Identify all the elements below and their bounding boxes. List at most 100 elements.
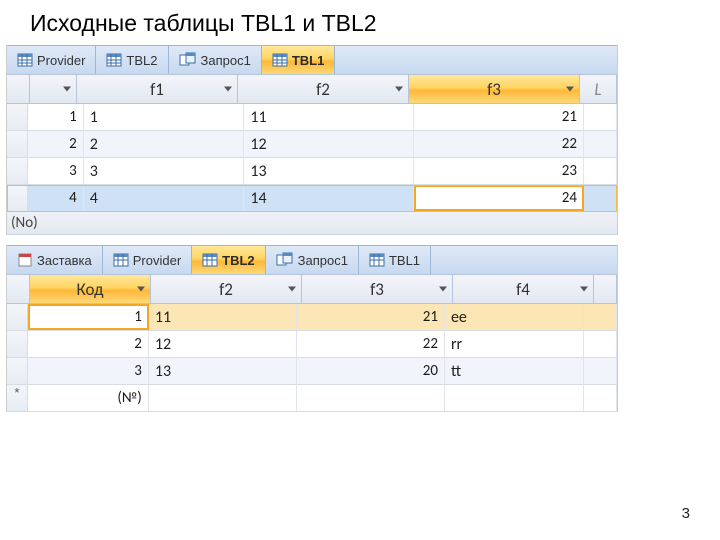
- table-icon: [17, 52, 33, 68]
- dropdown-icon[interactable]: [224, 87, 232, 92]
- select-all-corner[interactable]: [7, 75, 30, 103]
- cell-f2[interactable]: 12: [244, 131, 414, 157]
- table-row-selected[interactable]: 4 4 14 24: [7, 185, 617, 212]
- table-row[interactable]: 3 3 13 23: [7, 158, 617, 185]
- tab-label: Заставка: [37, 253, 92, 268]
- cell-extra[interactable]: [584, 158, 617, 184]
- cell-f3[interactable]: [297, 385, 445, 411]
- row-selector[interactable]: [7, 104, 28, 130]
- row-selector[interactable]: [7, 158, 28, 184]
- cell-f3-active[interactable]: 24: [414, 185, 584, 211]
- tab-provider[interactable]: Provider: [7, 46, 96, 74]
- col-rownum[interactable]: [30, 75, 77, 103]
- cell-f1[interactable]: 2: [84, 131, 245, 157]
- cell-f4[interactable]: tt: [445, 358, 584, 384]
- cell-extra[interactable]: [584, 304, 617, 330]
- cell-f4[interactable]: rr: [445, 331, 584, 357]
- row-selector[interactable]: [7, 331, 28, 357]
- slide-title: Исходные таблицы TBL1 и TBL2: [0, 0, 720, 45]
- cell-f2[interactable]: 13: [244, 158, 414, 184]
- tab-zastavka[interactable]: Заставка: [7, 246, 103, 274]
- cell-f3[interactable]: 23: [414, 158, 584, 184]
- cell-f4[interactable]: ee: [445, 304, 584, 330]
- cell-f3[interactable]: 20: [297, 358, 445, 384]
- cell-id[interactable]: 1: [28, 104, 83, 130]
- cell-kod-new[interactable]: (№): [28, 385, 149, 411]
- select-all-corner[interactable]: [7, 275, 30, 303]
- dropdown-icon[interactable]: [63, 87, 71, 92]
- col-label: Код: [77, 279, 104, 300]
- table-row[interactable]: 1 1 11 21: [7, 104, 617, 131]
- no-record-label: (No): [7, 212, 617, 235]
- row-selector-new[interactable]: [7, 385, 28, 411]
- dropdown-icon[interactable]: [580, 287, 588, 292]
- row-selector[interactable]: [7, 131, 28, 157]
- cell-f3[interactable]: 21: [297, 304, 445, 330]
- table-row[interactable]: 3 13 20 tt: [7, 358, 617, 385]
- tab-query1[interactable]: Запрос1: [169, 46, 262, 74]
- row-selector[interactable]: [7, 358, 28, 384]
- col-extra[interactable]: L: [580, 75, 617, 103]
- cell-id[interactable]: 2: [28, 131, 83, 157]
- table-row[interactable]: 2 12 22 rr: [7, 331, 617, 358]
- dropdown-icon[interactable]: [566, 87, 574, 92]
- tab-tbl2[interactable]: TBL2: [96, 46, 168, 74]
- cell-f2[interactable]: 13: [149, 358, 297, 384]
- cell-id[interactable]: 4: [28, 185, 83, 211]
- cell-f2[interactable]: 12: [149, 331, 297, 357]
- tab-tbl2[interactable]: TBL2: [192, 246, 266, 274]
- cell-extra[interactable]: [584, 104, 617, 130]
- row-selector[interactable]: [7, 304, 28, 330]
- cell-extra[interactable]: [584, 358, 617, 384]
- cell-kod-active[interactable]: 1: [28, 304, 149, 330]
- tab-label: TBL2: [222, 253, 255, 268]
- table-row-selected[interactable]: 1 11 21 ee: [7, 304, 617, 331]
- dropdown-icon[interactable]: [395, 87, 403, 92]
- tbl1-tabbar: Provider TBL2 Запрос1 TBL1: [7, 45, 617, 74]
- tab-query1[interactable]: Запрос1: [266, 246, 359, 274]
- cell-f1[interactable]: 1: [84, 104, 245, 130]
- tbl2-panel: Заставка Provider TBL2 Запрос1 TBL1 Код …: [6, 245, 618, 412]
- cell-f2[interactable]: 14: [244, 185, 414, 211]
- tab-tbl1[interactable]: TBL1: [262, 46, 336, 74]
- dropdown-icon[interactable]: [288, 287, 296, 292]
- tab-tbl1[interactable]: TBL1: [359, 246, 431, 274]
- cell-f4[interactable]: [445, 385, 584, 411]
- col-f3[interactable]: f3: [409, 75, 580, 103]
- dropdown-icon[interactable]: [439, 287, 447, 292]
- cell-f2[interactable]: 11: [149, 304, 297, 330]
- cell-f2[interactable]: 11: [244, 104, 414, 130]
- cell-extra[interactable]: [584, 185, 617, 211]
- col-label: f4: [516, 279, 530, 300]
- dropdown-icon[interactable]: [137, 287, 145, 292]
- cell-f3[interactable]: 22: [297, 331, 445, 357]
- cell-id[interactable]: 3: [28, 158, 83, 184]
- cell-extra[interactable]: [584, 331, 617, 357]
- cell-extra[interactable]: [584, 131, 617, 157]
- cell-kod[interactable]: 3: [28, 358, 149, 384]
- col-f2[interactable]: f2: [238, 75, 409, 103]
- col-f4[interactable]: f4: [453, 275, 594, 303]
- cell-f3[interactable]: 22: [414, 131, 584, 157]
- tab-label: TBL2: [126, 53, 157, 68]
- tab-label: Запрос1: [201, 53, 251, 68]
- query-icon: [179, 52, 197, 68]
- cell-f3[interactable]: 21: [414, 104, 584, 130]
- cell-f1[interactable]: 4: [84, 185, 245, 211]
- col-f3[interactable]: f3: [302, 275, 453, 303]
- col-f1[interactable]: f1: [77, 75, 238, 103]
- tab-provider[interactable]: Provider: [103, 246, 192, 274]
- row-selector[interactable]: [7, 185, 28, 211]
- cell-extra[interactable]: [584, 385, 617, 411]
- query-icon: [276, 252, 294, 268]
- table-row[interactable]: 2 2 12 22: [7, 131, 617, 158]
- cell-f2[interactable]: [149, 385, 297, 411]
- tbl1-column-headers: f1 f2 f3 L: [7, 74, 617, 104]
- col-f2[interactable]: f2: [151, 275, 302, 303]
- cell-kod[interactable]: 2: [28, 331, 149, 357]
- tab-label: Provider: [37, 53, 85, 68]
- new-record-row[interactable]: (№): [7, 385, 617, 412]
- cell-f1[interactable]: 3: [84, 158, 245, 184]
- col-extra[interactable]: [594, 275, 617, 303]
- col-kod[interactable]: Код: [30, 275, 151, 303]
